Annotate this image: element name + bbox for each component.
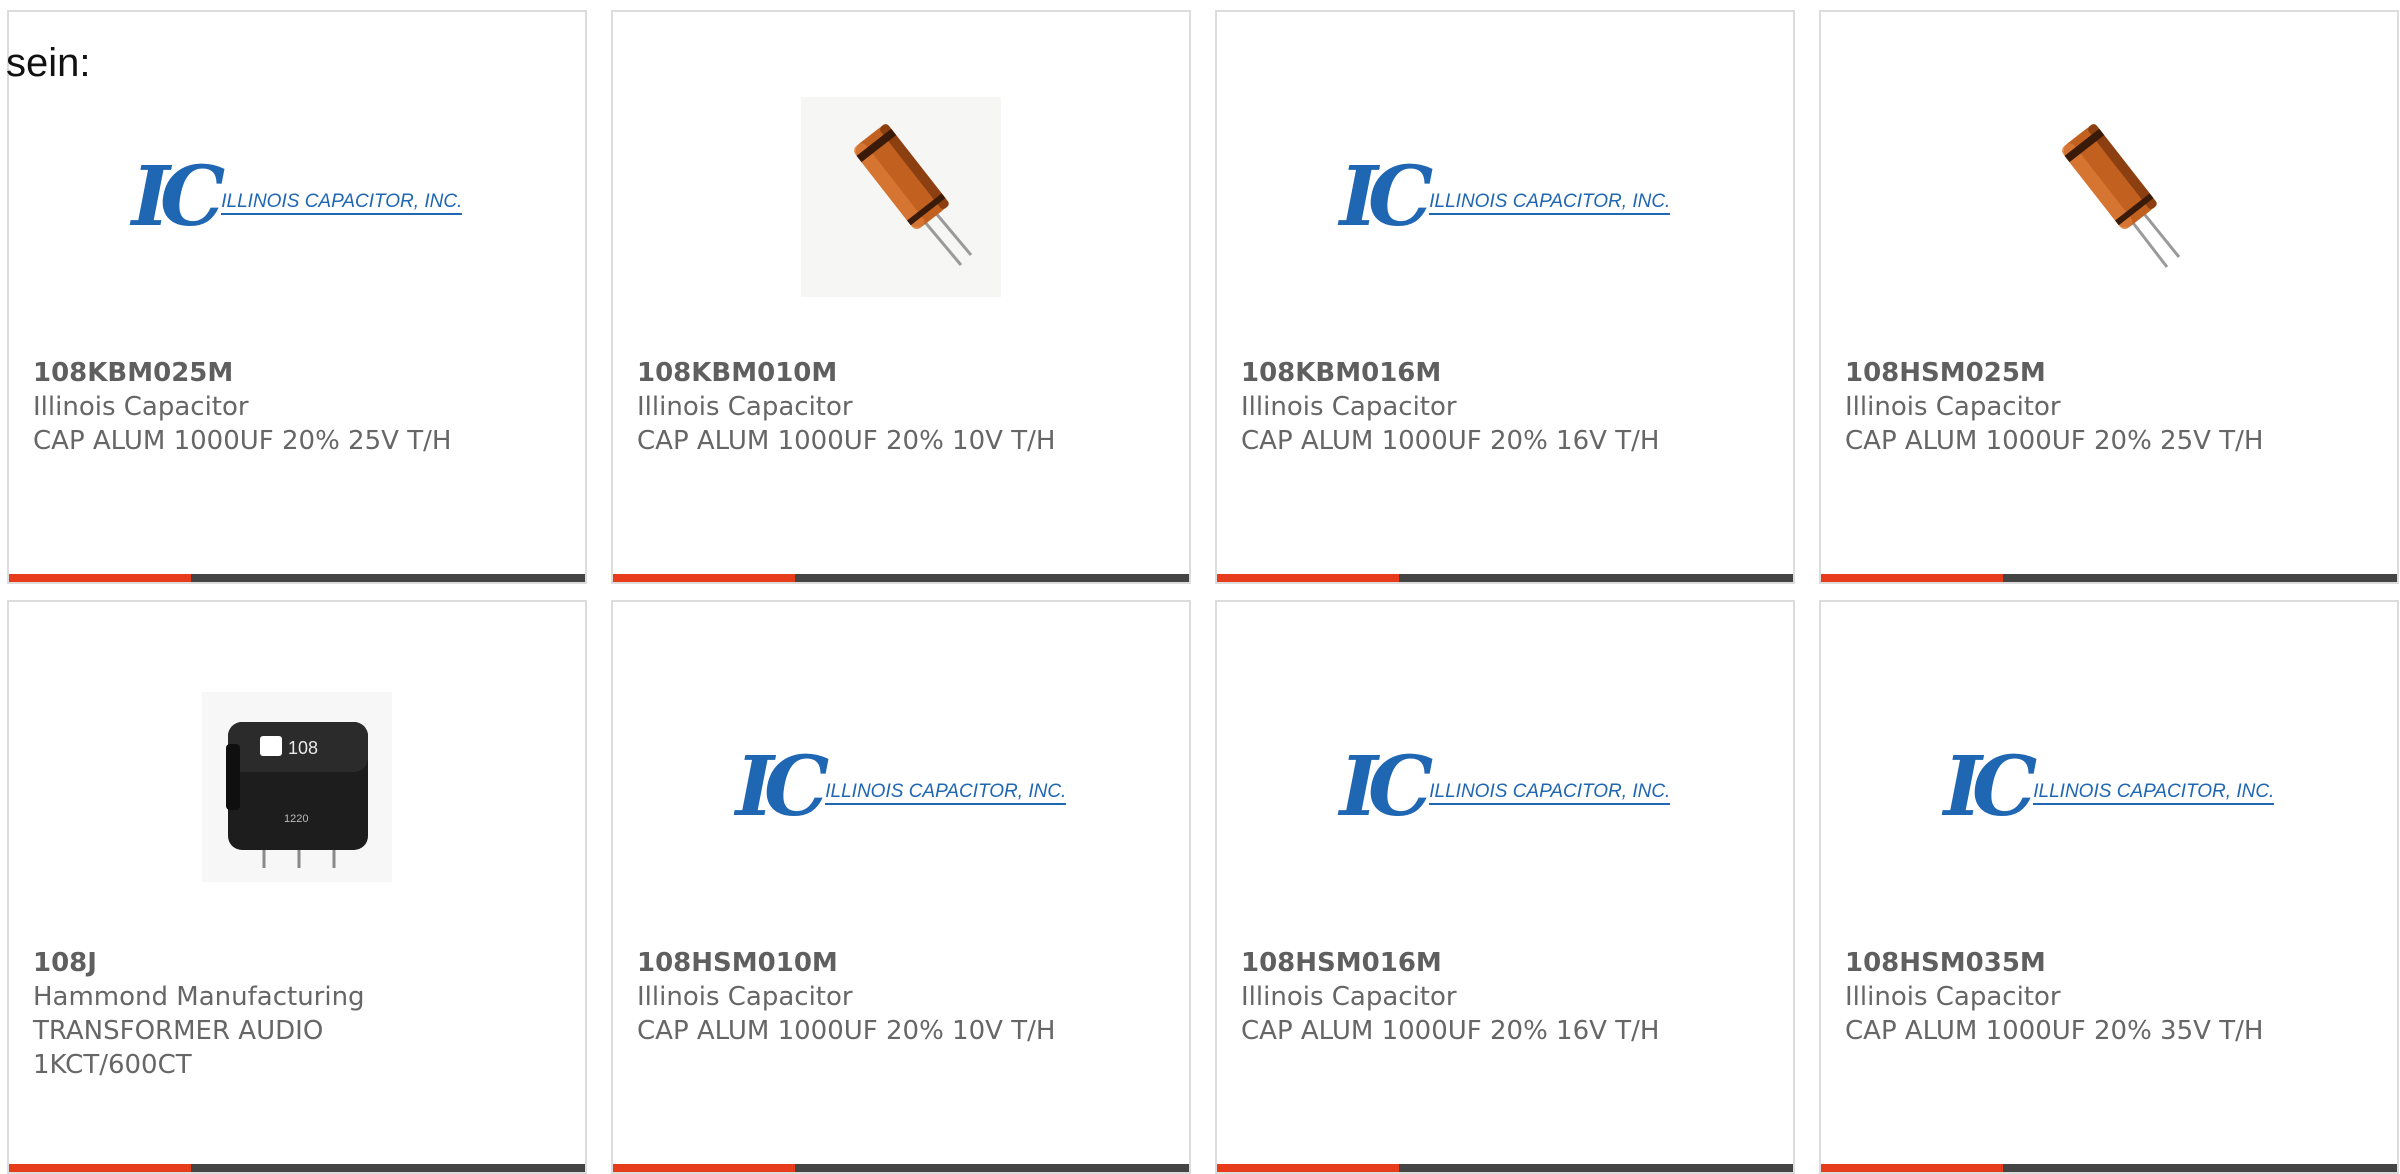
capacitor-photo	[2009, 97, 2209, 297]
illinois-capacitor-logo: IC ILLINOIS CAPACITOR, INC.	[131, 149, 463, 245]
card-bottom-bar	[613, 1164, 1189, 1172]
card-bottom-bar	[613, 574, 1189, 582]
product-card[interactable]: IC ILLINOIS CAPACITOR, INC. 108HSM010M Il…	[611, 600, 1191, 1174]
product-description: CAP ALUM 1000UF 20% 16V T/H	[1241, 426, 1660, 456]
svg-text:108: 108	[288, 738, 318, 758]
manufacturer-name: Illinois Capacitor	[637, 392, 853, 422]
card-bottom-bar	[1821, 574, 2397, 582]
product-image: IC ILLINOIS CAPACITOR, INC.	[1217, 82, 1793, 312]
part-number: 108HSM035M	[1845, 948, 2046, 978]
product-description: CAP ALUM 1000UF 20% 25V T/H	[33, 426, 452, 456]
part-number: 108HSM010M	[637, 948, 838, 978]
transformer-photo: 108 1220	[202, 692, 392, 882]
product-description: CAP ALUM 1000UF 20% 10V T/H	[637, 426, 1056, 456]
product-description: CAP ALUM 1000UF 20% 10V T/H	[637, 1016, 1056, 1046]
manufacturer-name: Illinois Capacitor	[1845, 392, 2061, 422]
product-description: CAP ALUM 1000UF 20% 25V T/H	[1845, 426, 2264, 456]
manufacturer-name: Illinois Capacitor	[33, 392, 249, 422]
illinois-capacitor-logo: IC ILLINOIS CAPACITOR, INC.	[1943, 739, 2275, 835]
capacitor-photo	[801, 97, 1001, 297]
part-number: 108HSM016M	[1241, 948, 1442, 978]
svg-text:1220: 1220	[284, 813, 308, 825]
product-card[interactable]: 108 1220 108J Hammond Manufacturing TRAN…	[7, 600, 587, 1174]
product-image: IC ILLINOIS CAPACITOR, INC.	[9, 82, 585, 312]
part-number: 108J	[33, 948, 97, 978]
illinois-capacitor-logo: IC ILLINOIS CAPACITOR, INC.	[1339, 739, 1671, 835]
part-number: 108KBM010M	[637, 358, 838, 388]
product-image: IC ILLINOIS CAPACITOR, INC.	[613, 672, 1189, 902]
card-bottom-bar	[9, 1164, 585, 1172]
product-description: CAP ALUM 1000UF 20% 16V T/H	[1241, 1016, 1660, 1046]
part-number: 108KBM025M	[33, 358, 234, 388]
intro-text: sein:	[6, 41, 91, 85]
manufacturer-name: Illinois Capacitor	[1845, 982, 2061, 1012]
card-bottom-bar	[9, 574, 585, 582]
product-card[interactable]: IC ILLINOIS CAPACITOR, INC. 108KBM025M Il…	[7, 10, 587, 584]
product-image: IC ILLINOIS CAPACITOR, INC.	[1217, 672, 1793, 902]
product-card[interactable]: 108KBM010M Illinois Capacitor CAP ALUM 1…	[611, 10, 1191, 584]
product-image	[613, 82, 1189, 312]
product-image	[1821, 82, 2397, 312]
manufacturer-name: Hammond Manufacturing	[33, 982, 365, 1012]
product-description: TRANSFORMER AUDIO 1KCT/600CT	[33, 1016, 324, 1080]
product-card[interactable]: IC ILLINOIS CAPACITOR, INC. 108KBM016M Il…	[1215, 10, 1795, 584]
part-number: 108KBM016M	[1241, 358, 1442, 388]
illinois-capacitor-logo: IC ILLINOIS CAPACITOR, INC.	[735, 739, 1067, 835]
manufacturer-name: Illinois Capacitor	[1241, 982, 1457, 1012]
product-image: IC ILLINOIS CAPACITOR, INC.	[1821, 672, 2397, 902]
card-bottom-bar	[1821, 1164, 2397, 1172]
product-card[interactable]: IC ILLINOIS CAPACITOR, INC. 108HSM016M Il…	[1215, 600, 1795, 1174]
product-card[interactable]: IC ILLINOIS CAPACITOR, INC. 108HSM035M Il…	[1819, 600, 2399, 1174]
manufacturer-name: Illinois Capacitor	[637, 982, 853, 1012]
part-number: 108HSM025M	[1845, 358, 2046, 388]
product-card[interactable]: 108HSM025M Illinois Capacitor CAP ALUM 1…	[1819, 10, 2399, 584]
manufacturer-name: Illinois Capacitor	[1241, 392, 1457, 422]
illinois-capacitor-logo: IC ILLINOIS CAPACITOR, INC.	[1339, 149, 1671, 245]
card-bottom-bar	[1217, 1164, 1793, 1172]
product-image: 108 1220	[9, 672, 585, 902]
product-description: CAP ALUM 1000UF 20% 35V T/H	[1845, 1016, 2264, 1046]
card-bottom-bar	[1217, 574, 1793, 582]
